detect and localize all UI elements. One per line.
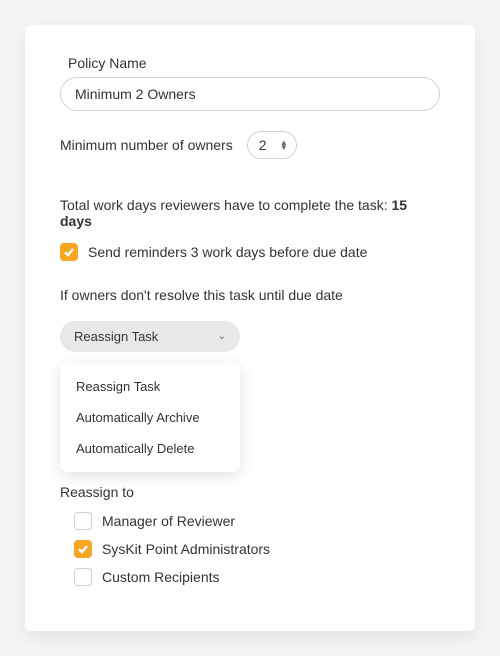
- workdays-text: Total work days reviewers have to comple…: [60, 197, 440, 229]
- reassign-manager-label: Manager of Reviewer: [102, 513, 235, 529]
- reassign-options: Manager of Reviewer SysKit Point Adminis…: [60, 512, 440, 586]
- policy-name-label: Policy Name: [68, 55, 440, 71]
- unresolved-label: If owners don't resolve this task until …: [60, 287, 440, 303]
- min-owners-value: 2: [256, 137, 267, 153]
- reminder-label: Send reminders 3 work days before due da…: [88, 244, 367, 260]
- reassign-admins-label: SysKit Point Administrators: [102, 541, 270, 557]
- action-dropdown-menu: Reassign Task Automatically Archive Auto…: [60, 363, 240, 472]
- action-dropdown-selected: Reassign Task: [74, 329, 158, 344]
- reassign-manager-row: Manager of Reviewer: [74, 512, 440, 530]
- action-dropdown-trigger[interactable]: Reassign Task ⌄: [60, 321, 240, 352]
- min-owners-row: Minimum number of owners 2 ▲ ▼: [60, 131, 440, 159]
- reassign-section: Reassign to Manager of Reviewer SysKit P…: [60, 484, 440, 586]
- dropdown-item-archive[interactable]: Automatically Archive: [60, 402, 240, 433]
- workdays-prefix: Total work days reviewers have to comple…: [60, 197, 391, 213]
- dropdown-item-delete[interactable]: Automatically Delete: [60, 433, 240, 464]
- reassign-admins-row: SysKit Point Administrators: [74, 540, 440, 558]
- min-owners-stepper[interactable]: 2 ▲ ▼: [247, 131, 297, 159]
- reminder-row: Send reminders 3 work days before due da…: [60, 243, 440, 261]
- policy-name-input[interactable]: [60, 77, 440, 111]
- stepper-down-icon[interactable]: ▼: [280, 145, 288, 150]
- dropdown-item-reassign[interactable]: Reassign Task: [60, 371, 240, 402]
- check-icon: [63, 246, 75, 258]
- stepper-controls: ▲ ▼: [280, 140, 288, 150]
- reminder-checkbox[interactable]: [60, 243, 78, 261]
- policy-form-card: Policy Name Minimum number of owners 2 ▲…: [25, 25, 475, 631]
- reassign-manager-checkbox[interactable]: [74, 512, 92, 530]
- reassign-custom-checkbox[interactable]: [74, 568, 92, 586]
- reassign-admins-checkbox[interactable]: [74, 540, 92, 558]
- reassign-to-label: Reassign to: [60, 484, 440, 500]
- min-owners-label: Minimum number of owners: [60, 137, 233, 153]
- check-icon: [77, 543, 89, 555]
- reassign-custom-row: Custom Recipients: [74, 568, 440, 586]
- chevron-down-icon: ⌄: [218, 331, 226, 342]
- action-dropdown: Reassign Task ⌄ Reassign Task Automatica…: [60, 321, 240, 352]
- reassign-custom-label: Custom Recipients: [102, 569, 220, 585]
